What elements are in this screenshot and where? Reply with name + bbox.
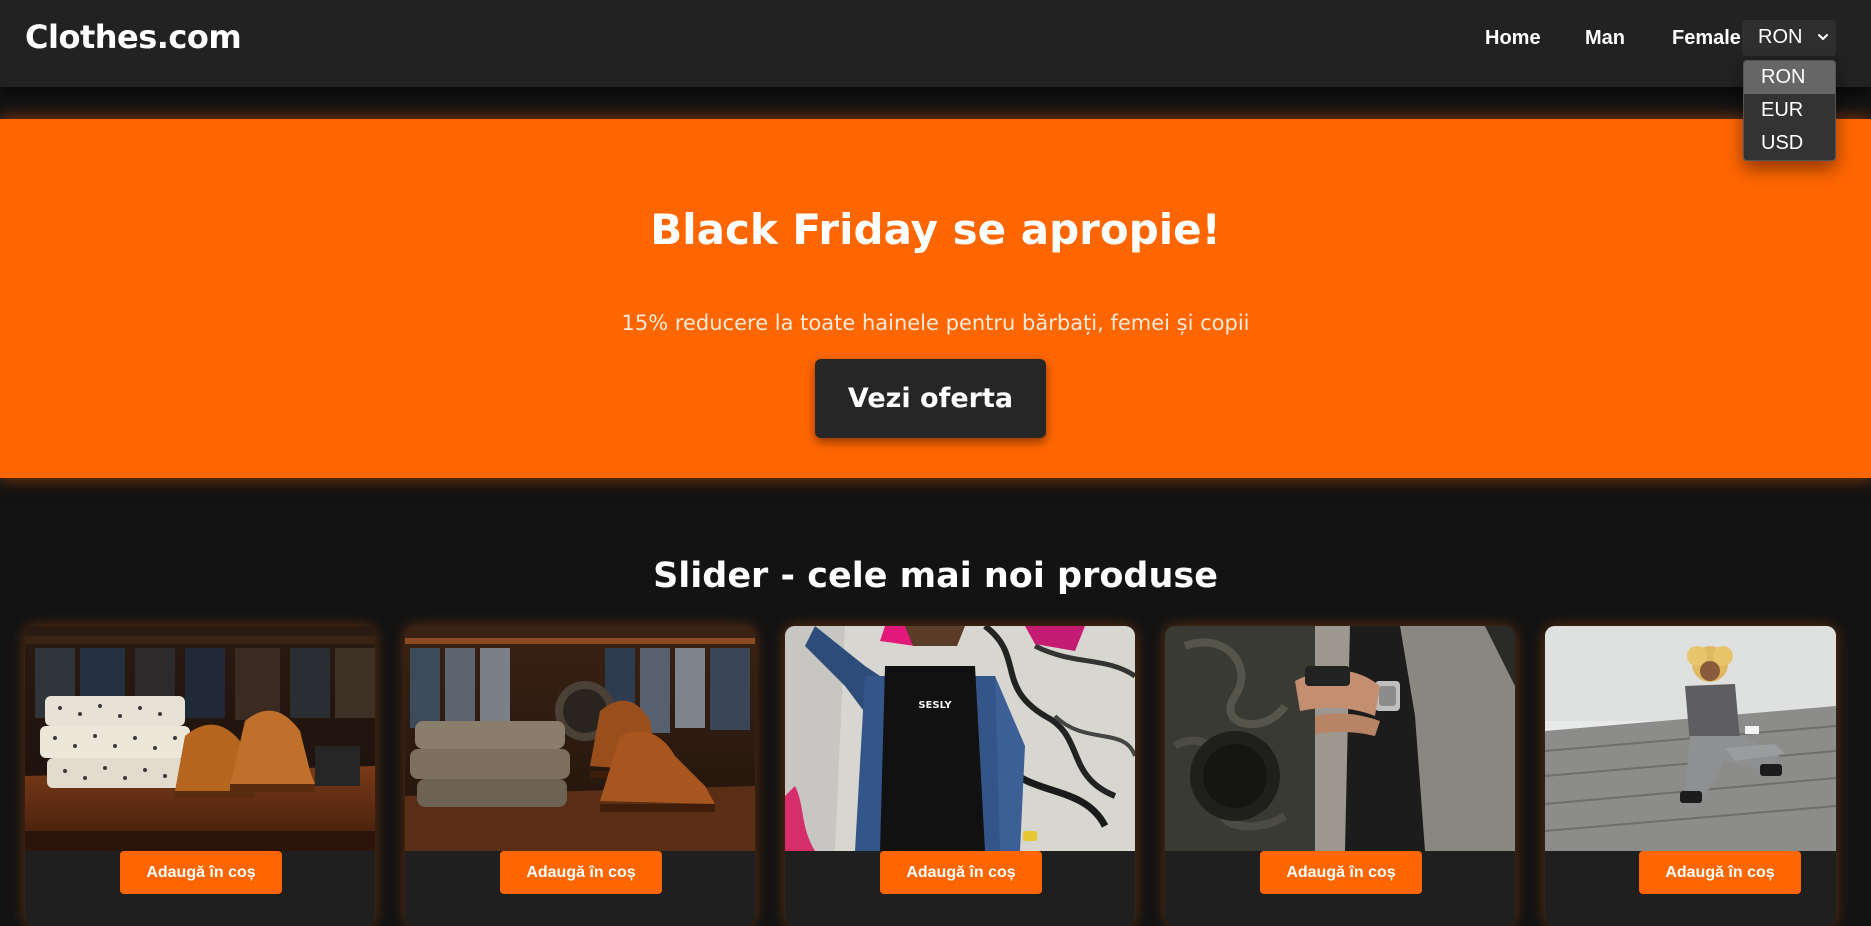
chevron-down-icon	[1818, 34, 1828, 40]
promo-subtitle: 15% reducere la toate hainele pentru băr…	[621, 311, 1250, 335]
product-image-man-checking-phone[interactable]	[1165, 626, 1515, 851]
currency-option-ron[interactable]: RON	[1744, 61, 1835, 94]
tshirt-print-text: SESLY	[918, 700, 952, 711]
add-to-cart-button[interactable]: Adaugă în coș	[500, 851, 662, 894]
product-image-brogues-and-folded-clothes[interactable]	[405, 626, 755, 851]
currency-option-usd[interactable]: USD	[1744, 127, 1835, 160]
add-to-cart-button[interactable]: Adaugă în coș	[1639, 851, 1801, 894]
currency-selected-value: RON	[1758, 26, 1803, 48]
nav-link-man[interactable]: Man	[1585, 27, 1625, 50]
product-card: Adaugă în coș	[1545, 626, 1836, 926]
add-to-cart-button[interactable]: Adaugă în coș	[120, 851, 282, 894]
product-image-man-sitting-on-floor[interactable]	[1545, 626, 1836, 851]
nav-link-home[interactable]: Home	[1485, 27, 1541, 50]
product-card: Adaugă în coș	[25, 626, 375, 926]
product-card: SESLY Adaugă în coș	[785, 626, 1135, 926]
add-to-cart-button[interactable]: Adaugă în coș	[880, 851, 1042, 894]
product-card: Adaugă în coș	[1165, 626, 1515, 926]
currency-dropdown-list: RON EUR USD	[1743, 60, 1836, 161]
slider-title: Slider - cele mai noi produse	[653, 556, 1218, 596]
add-to-cart-button[interactable]: Adaugă în coș	[1260, 851, 1422, 894]
product-image-shoes-and-shirts[interactable]	[25, 626, 375, 851]
view-offer-button[interactable]: Vezi oferta	[815, 359, 1046, 438]
currency-option-eur[interactable]: EUR	[1744, 94, 1835, 127]
nav-link-female[interactable]: Female	[1672, 27, 1741, 50]
currency-select[interactable]: RON	[1742, 20, 1836, 56]
product-card: Adaugă în coș	[405, 626, 755, 926]
site-logo[interactable]: Clothes.com	[25, 18, 242, 56]
promo-title: Black Friday se apropie!	[650, 205, 1221, 254]
top-navbar: Clothes.com Home Man Female RON	[0, 0, 1871, 87]
product-image-man-denim-jacket-graffiti[interactable]: SESLY	[785, 626, 1135, 851]
